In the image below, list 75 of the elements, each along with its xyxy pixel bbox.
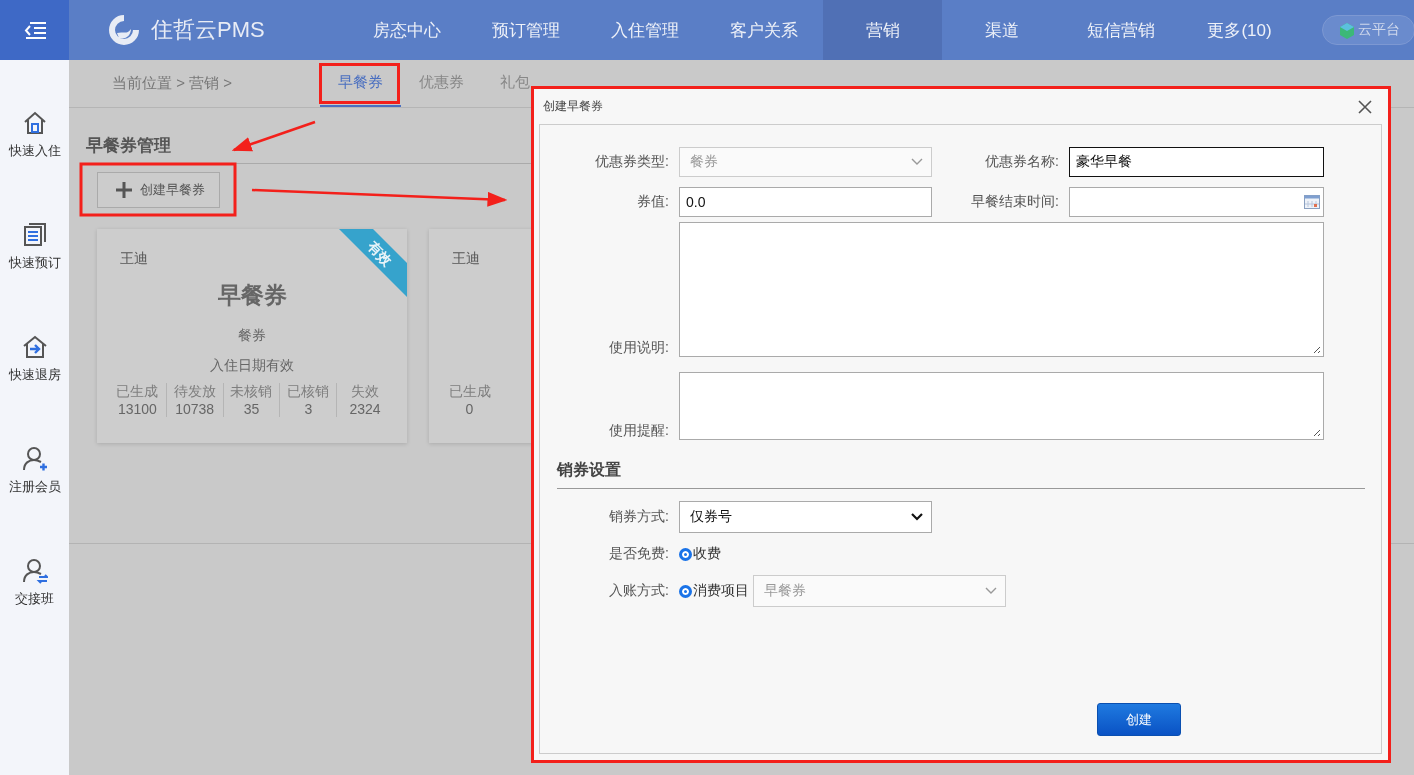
sidebar-item[interactable]: 快速退房 (8, 334, 61, 384)
stat-value: 3 (303, 401, 314, 417)
nav-tab[interactable]: 预订管理 (466, 0, 585, 60)
user-add-icon (21, 446, 48, 472)
radio-button[interactable] (679, 547, 692, 561)
menu-icon (23, 21, 46, 39)
stat-label: 待发放 (172, 383, 217, 401)
document-icon (21, 222, 48, 248)
close-icon (1358, 99, 1372, 114)
nav-tab[interactable]: 入住管理 (585, 0, 704, 60)
nav-tab[interactable]: 短信营销 (1061, 0, 1180, 60)
stat-value: 35 (242, 401, 261, 417)
sidebar-item[interactable]: 快速入住 (8, 110, 61, 160)
stat-value: 13100 (116, 401, 158, 417)
create-button[interactable]: 创建早餐券 (97, 172, 220, 208)
input-field[interactable] (1069, 187, 1324, 217)
sidebar-item[interactable]: 交接班 (15, 558, 54, 608)
menu-button[interactable] (0, 0, 69, 60)
resize-handle-icon (1311, 427, 1321, 437)
field-label: 销券方式: (609, 508, 669, 526)
calendar-icon (1304, 195, 1320, 209)
nav-tab[interactable]: 营销 (823, 0, 942, 60)
nav-tab[interactable]: 渠道 (942, 0, 1061, 60)
field-label: 是否免费: (609, 545, 669, 563)
stat-label: 失效 (350, 383, 381, 401)
owner-name: 王迪 (120, 250, 148, 268)
stat-label: 已核销 (286, 383, 331, 401)
user-swap-icon (21, 558, 48, 584)
input-field[interactable]: 0.0 (679, 187, 932, 217)
nav-tab[interactable]: 更多(10) (1180, 0, 1299, 60)
tab[interactable]: 优惠券 (401, 60, 482, 107)
stat-label: 未核销 (229, 383, 274, 401)
tab[interactable]: 早餐券 (320, 60, 401, 107)
stat-value: 2324 (348, 401, 382, 417)
field-label: 使用说明: (608, 339, 669, 357)
radio-label: 收费 (693, 545, 721, 563)
field-label: 使用提醒: (608, 422, 669, 440)
voucher-type: 餐券 (238, 327, 266, 345)
radio-label: 消费项目 (693, 582, 749, 600)
field-label: 入账方式: (609, 582, 669, 600)
app-name: 住哲云PMS (151, 16, 265, 44)
nav-tab[interactable]: 客户关系 (704, 0, 823, 60)
owner-name: 王迪 (452, 250, 480, 268)
nav-tab[interactable]: 房态中心 (347, 0, 466, 60)
field-label: 优惠券名称: (984, 153, 1059, 171)
stat-label: 已生成 (115, 383, 160, 401)
breadcrumb: 当前位置 > 营销 > (112, 73, 234, 93)
chevron-down-icon (911, 158, 923, 166)
sidebar-item[interactable]: 注册会员 (8, 446, 61, 496)
section-heading: 销券设置 (557, 460, 1365, 489)
house-arrow-icon (21, 334, 48, 360)
stat-value: 10738 (174, 401, 216, 417)
dialog-title: 创建早餐券 (543, 98, 603, 115)
field-label: 优惠券类型: (594, 153, 669, 171)
stat-value: 0 (464, 401, 475, 417)
field-label: 早餐结束时间: (970, 193, 1059, 211)
dropdown[interactable]: 仅券号 (679, 501, 932, 533)
voucher-card[interactable]: 王迪 早餐券 餐券 入住日期有效 已生成 13100 待发放 10738 未核销 35 已核销 3 失效 2324 有效 (97, 229, 407, 443)
radio-button[interactable] (679, 584, 692, 598)
chevron-down-icon (911, 513, 923, 521)
logo-icon (107, 13, 141, 47)
validity-text: 入住日期有效 (210, 357, 294, 375)
plus-icon (116, 182, 132, 198)
sidebar-item[interactable]: 快速预订 (8, 222, 61, 272)
cube-icon (1339, 21, 1355, 39)
cloud-platform-button[interactable]: 云平台 (1322, 15, 1414, 45)
resize-handle-icon (1311, 344, 1321, 354)
stat-label: 已生成 (447, 383, 492, 401)
create-button[interactable]: 创建 (1097, 703, 1181, 736)
voucher-title: 早餐券 (217, 281, 287, 310)
chevron-down-icon (985, 587, 997, 595)
close-button[interactable] (1356, 97, 1374, 116)
text-area[interactable] (679, 372, 1324, 440)
input-field[interactable]: 豪华早餐 (1069, 147, 1324, 177)
field-label: 券值: (636, 193, 669, 211)
